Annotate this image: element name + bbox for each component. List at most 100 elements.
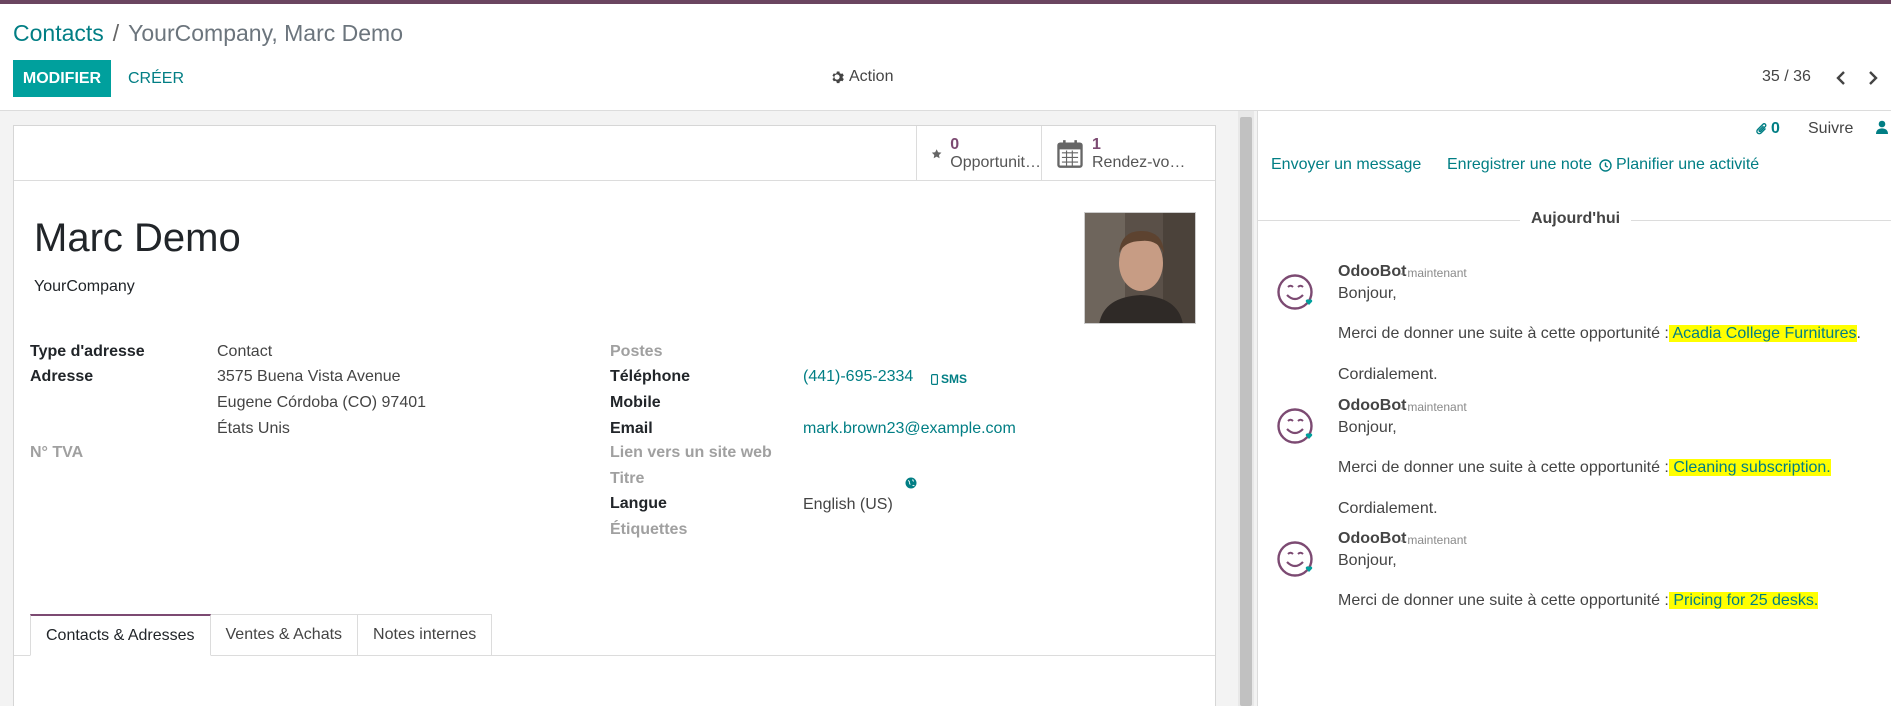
language-globe-button[interactable] [905,476,917,494]
address-type-label: Type d'adresse [30,343,145,360]
smart-button-box: 0 Opportunit… 1 Rendez-vo… [14,126,1215,181]
opportunity-link[interactable]: Cleaning subscription. [1668,459,1831,476]
message-date: - maintenant [1400,400,1467,414]
clock-icon [1599,158,1612,172]
calendar-icon [1057,139,1083,168]
star-icon [931,148,942,158]
message-author[interactable]: OdooBot [1338,397,1406,415]
pager-value[interactable]: 35 / 36 [1762,68,1811,86]
message-author[interactable]: OdooBot [1338,530,1406,548]
tab-internal-notes[interactable]: Notes internes [358,614,493,656]
form-sheet: 0 Opportunit… 1 Rendez-vo… Marc Demo You… [13,125,1216,706]
message-body: Merci de donner une suite à cette opport… [1338,325,1861,343]
message-author[interactable]: OdooBot [1338,263,1406,281]
street-value[interactable]: 3575 Buena Vista Avenue [217,368,401,386]
message-body-text: Merci de donner une suite à cette opport… [1338,459,1669,476]
sms-button[interactable]: SMS [931,372,967,386]
separator-line-left [1258,220,1520,221]
message-body-text: Merci de donner une suite à cette opport… [1338,325,1669,342]
message-greeting: Bonjour, [1338,285,1397,302]
opportunities-smart-button[interactable]: 0 Opportunit… [916,126,1041,181]
paperclip-icon [1756,123,1767,135]
odoobot-avatar[interactable] [1276,273,1316,313]
message-date: - maintenant [1400,533,1467,547]
opportunities-label: Opportunit… [950,153,1041,171]
language-value[interactable]: English (US) [803,496,893,514]
edit-button[interactable]: MODIFIER [13,60,111,97]
language-label: Langue [610,495,667,512]
breadcrumb-current: YourCompany, Marc Demo [128,20,403,46]
website-label: Lien vers un site web [610,444,772,461]
pager-next-button[interactable] [1862,66,1884,90]
message-body: Merci de donner une suite à cette opport… [1338,459,1831,477]
tags-label: Étiquettes [610,521,688,538]
message-date: - maintenant [1400,266,1467,280]
message-body-text: Merci de donner une suite à cette opport… [1338,592,1669,609]
send-message-button[interactable]: Envoyer un message [1271,156,1421,174]
email-value[interactable]: mark.brown23@example.com [803,420,1016,438]
avatar-photo [1085,213,1195,323]
partner-avatar[interactable] [1084,212,1196,324]
email-label: Email [610,420,653,437]
action-dropdown[interactable]: Action [830,68,893,86]
message-body: Merci de donner une suite à cette opport… [1338,592,1819,610]
phone-label: Téléphone [610,368,691,385]
attachments-button[interactable]: 0 [1756,120,1780,138]
form-scrollbar[interactable] [1238,111,1254,706]
separator-line-right [1631,220,1891,221]
create-button[interactable]: CRÉER [122,60,190,97]
message-closing: Cordialement. [1338,500,1438,517]
mobile-label: Mobile [610,394,661,411]
attachments-count: 0 [1771,120,1780,137]
log-note-button[interactable]: Enregistrer une note [1447,156,1592,174]
globe-icon [905,477,917,489]
user-icon [1876,120,1888,134]
message-greeting: Bonjour, [1338,419,1397,436]
breadcrumb: Contacts / YourCompany, Marc Demo [13,20,403,47]
form-view: 0 Opportunit… 1 Rendez-vo… Marc Demo You… [0,111,1256,706]
title-label: Titre [610,470,645,487]
odoobot-avatar[interactable] [1276,407,1316,447]
meetings-label: Rendez-vo… [1092,153,1186,171]
odoobot-avatar[interactable] [1276,540,1316,580]
address-type-value[interactable]: Contact [217,343,272,361]
date-separator-label: Aujourd'hui [1530,210,1621,227]
partner-company[interactable]: YourCompany [34,278,135,296]
mobile-icon [931,373,938,385]
schedule-activity-label: Planifier une activité [1616,156,1760,173]
followers-button[interactable] [1876,120,1888,134]
tab-sales-purchases[interactable]: Ventes & Achats [210,614,359,656]
date-separator: Aujourd'hui [1258,210,1891,230]
schedule-activity-button[interactable]: Planifier une activité [1599,156,1759,174]
breadcrumb-contacts-link[interactable]: Contacts [13,20,104,46]
message-body-suffix: . [1856,325,1861,342]
follow-button[interactable]: Suivre [1808,120,1853,138]
chevron-left-icon [1836,71,1845,85]
opportunity-link[interactable]: Pricing for 25 desks. [1668,592,1819,609]
chevron-right-icon [1869,71,1878,85]
action-label: Action [849,68,894,85]
meetings-smart-button[interactable]: 1 Rendez-vo… [1041,126,1215,181]
chatter-message: OdooBot - maintenant Bonjour, Merci de d… [1258,530,1891,690]
job-position-label: Postes [610,343,663,360]
notebook-tabs: Contacts & Adresses Ventes & Achats Note… [30,614,493,656]
city-state-zip-value[interactable]: Eugene Córdoba (CO) 97401 [217,394,426,412]
gear-icon [832,71,844,84]
pager-previous-button[interactable] [1830,66,1852,90]
chatter-panel: 0 Suivre Envoyer un message Enregistrer … [1257,111,1891,706]
opportunity-link[interactable]: Acadia College Furnitures [1668,325,1857,342]
phone-value[interactable]: (441)-695-2334 [803,368,913,386]
sms-label: SMS [941,372,968,386]
country-value[interactable]: États Unis [217,420,290,438]
vat-label: N° TVA [30,444,84,461]
tab-contacts-addresses[interactable]: Contacts & Adresses [30,614,211,656]
main-area: 0 Opportunit… 1 Rendez-vo… Marc Demo You… [0,111,1891,706]
opportunities-count: 0 [950,135,960,153]
breadcrumb-separator: / [112,20,120,46]
partner-name[interactable]: Marc Demo [34,216,241,261]
message-greeting: Bonjour, [1338,552,1397,569]
form-scrollbar-thumb[interactable] [1240,117,1252,706]
control-panel: Contacts / YourCompany, Marc Demo MODIFIER… [0,4,1891,111]
address-label: Adresse [30,368,94,385]
message-closing: Cordialement. [1338,366,1438,383]
